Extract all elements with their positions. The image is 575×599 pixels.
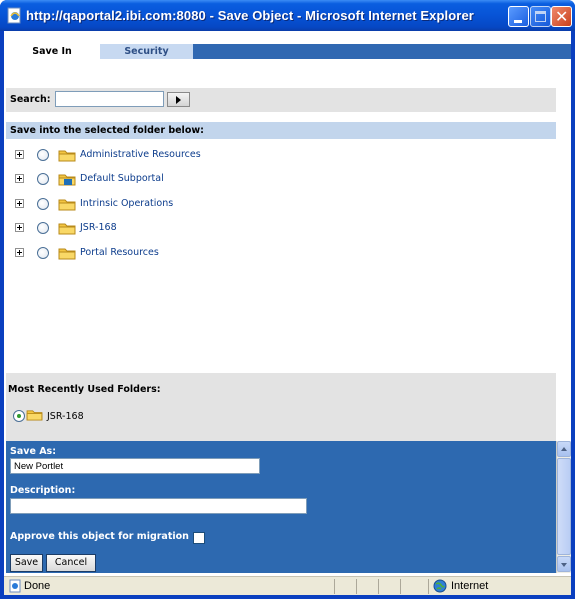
folder-icon bbox=[58, 199, 76, 211]
status-divider bbox=[356, 579, 357, 594]
window-title: http://qaportal2.ibi.com:8080 - Save Obj… bbox=[26, 8, 474, 23]
save-form-panel: Save As: Description: Approve this objec… bbox=[6, 441, 556, 573]
folder-icon bbox=[26, 410, 43, 421]
portal-folder-icon bbox=[58, 174, 76, 186]
expand-icon[interactable] bbox=[15, 199, 24, 208]
close-icon: ✕ bbox=[555, 7, 569, 26]
expand-icon[interactable] bbox=[15, 248, 24, 257]
approve-migration-label: Approve this object for migration bbox=[10, 531, 189, 542]
expand-icon[interactable] bbox=[15, 150, 24, 159]
folder-radio[interactable] bbox=[37, 149, 49, 161]
folder-radio[interactable] bbox=[37, 247, 49, 259]
expand-icon[interactable] bbox=[15, 174, 24, 183]
close-button[interactable]: ✕ bbox=[551, 6, 572, 27]
folder-label[interactable]: JSR-168 bbox=[80, 222, 117, 233]
folder-icon bbox=[58, 248, 76, 260]
folder-radio[interactable] bbox=[37, 173, 49, 185]
folder-icon bbox=[58, 150, 76, 162]
recent-folders-panel: Most Recently Used Folders: JSR-168 bbox=[6, 373, 556, 441]
status-divider bbox=[400, 579, 401, 594]
status-divider bbox=[428, 579, 429, 594]
status-text: Done bbox=[24, 580, 51, 592]
folder-tree-header: Save into the selected folder below: bbox=[6, 122, 556, 139]
minimize-icon bbox=[514, 20, 522, 23]
status-divider bbox=[334, 579, 335, 594]
save-as-field[interactable] bbox=[10, 458, 260, 474]
search-go-button[interactable] bbox=[167, 92, 190, 107]
minimize-button[interactable] bbox=[508, 6, 529, 27]
description-field[interactable] bbox=[10, 498, 307, 514]
browser-window: http://qaportal2.ibi.com:8080 - Save Obj… bbox=[0, 0, 575, 599]
folder-label[interactable]: Default Subportal bbox=[80, 173, 164, 184]
scroll-thumb[interactable] bbox=[557, 458, 571, 555]
status-divider bbox=[378, 579, 379, 594]
globe-icon bbox=[433, 579, 447, 593]
description-label: Description: bbox=[10, 485, 76, 496]
tab-security[interactable]: Security bbox=[100, 44, 193, 59]
recent-folder-label[interactable]: JSR-168 bbox=[47, 411, 84, 422]
cancel-button[interactable]: Cancel bbox=[46, 554, 96, 572]
dialog-content: Save In Security Search: Save into the s… bbox=[4, 31, 571, 576]
save-button[interactable]: Save bbox=[10, 554, 43, 572]
title-bar[interactable]: http://qaportal2.ibi.com:8080 - Save Obj… bbox=[0, 0, 575, 31]
maximize-icon bbox=[535, 11, 546, 22]
recent-folder-radio[interactable] bbox=[13, 410, 25, 422]
vertical-scrollbar[interactable] bbox=[556, 441, 571, 573]
search-bar: Search: bbox=[6, 88, 556, 112]
expand-icon[interactable] bbox=[15, 223, 24, 232]
folder-label[interactable]: Administrative Resources bbox=[80, 149, 201, 160]
scroll-up-button[interactable] bbox=[557, 441, 571, 457]
security-zone-label: Internet bbox=[451, 580, 489, 592]
search-input[interactable] bbox=[55, 91, 164, 107]
recent-folders-title: Most Recently Used Folders: bbox=[8, 384, 161, 395]
folder-label[interactable]: Portal Resources bbox=[80, 247, 159, 258]
ie-page-icon bbox=[7, 7, 21, 24]
approve-migration-checkbox[interactable] bbox=[193, 532, 205, 544]
maximize-button[interactable] bbox=[530, 6, 551, 27]
save-as-label: Save As: bbox=[10, 446, 57, 457]
tab-bar: Save In Security bbox=[4, 44, 571, 59]
status-bar: Done Internet bbox=[4, 576, 571, 595]
folder-icon bbox=[58, 223, 76, 235]
tab-save-in[interactable]: Save In bbox=[4, 44, 100, 59]
folder-radio[interactable] bbox=[37, 222, 49, 234]
search-label: Search: bbox=[10, 94, 51, 105]
folder-label[interactable]: Intrinsic Operations bbox=[80, 198, 173, 209]
folder-radio[interactable] bbox=[37, 198, 49, 210]
page-done-icon bbox=[9, 579, 21, 593]
scroll-down-button[interactable] bbox=[557, 556, 571, 572]
